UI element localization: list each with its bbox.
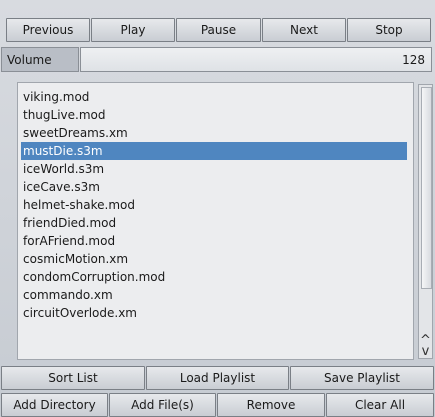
- list-item[interactable]: circuitOverlode.xm: [21, 304, 407, 322]
- list-item-selected[interactable]: mustDie.s3m: [21, 142, 407, 160]
- list-item[interactable]: forAFriend.mod: [21, 232, 407, 250]
- list-item[interactable]: cosmicMotion.xm: [21, 250, 407, 268]
- save-playlist-button[interactable]: Save Playlist: [290, 366, 434, 390]
- list-item[interactable]: friendDied.mod: [21, 214, 407, 232]
- pause-button[interactable]: Pause: [176, 18, 261, 42]
- stop-button[interactable]: Stop: [347, 18, 431, 42]
- clear-all-button[interactable]: Clear All: [326, 393, 434, 417]
- sort-list-button[interactable]: Sort List: [1, 366, 145, 390]
- add-files-button[interactable]: Add File(s): [109, 393, 216, 417]
- load-playlist-button[interactable]: Load Playlist: [146, 366, 289, 390]
- list-item[interactable]: commando.xm: [21, 286, 407, 304]
- play-button[interactable]: Play: [91, 18, 175, 42]
- volume-value: 128: [402, 52, 425, 67]
- list-item[interactable]: helmet-shake.mod: [21, 196, 407, 214]
- scroll-down-icon[interactable]: v: [419, 345, 432, 358]
- remove-button[interactable]: Remove: [217, 393, 325, 417]
- previous-button[interactable]: Previous: [6, 18, 90, 42]
- volume-label: Volume: [1, 47, 79, 72]
- scrollbar-thumb[interactable]: [421, 87, 432, 289]
- volume-slider[interactable]: 128: [80, 47, 432, 72]
- list-item[interactable]: thugLive.mod: [21, 106, 407, 124]
- list-item[interactable]: sweetDreams.xm: [21, 124, 407, 142]
- list-item[interactable]: iceWorld.s3m: [21, 160, 407, 178]
- add-directory-button[interactable]: Add Directory: [1, 393, 108, 417]
- playlist-scrollbar[interactable]: ^ v: [418, 84, 433, 359]
- next-button[interactable]: Next: [262, 18, 346, 42]
- playlist[interactable]: viking.mod thugLive.mod sweetDreams.xm m…: [17, 82, 414, 360]
- list-item[interactable]: iceCave.s3m: [21, 178, 407, 196]
- list-item[interactable]: viking.mod: [21, 88, 407, 106]
- list-item[interactable]: condomCorruption.mod: [21, 268, 407, 286]
